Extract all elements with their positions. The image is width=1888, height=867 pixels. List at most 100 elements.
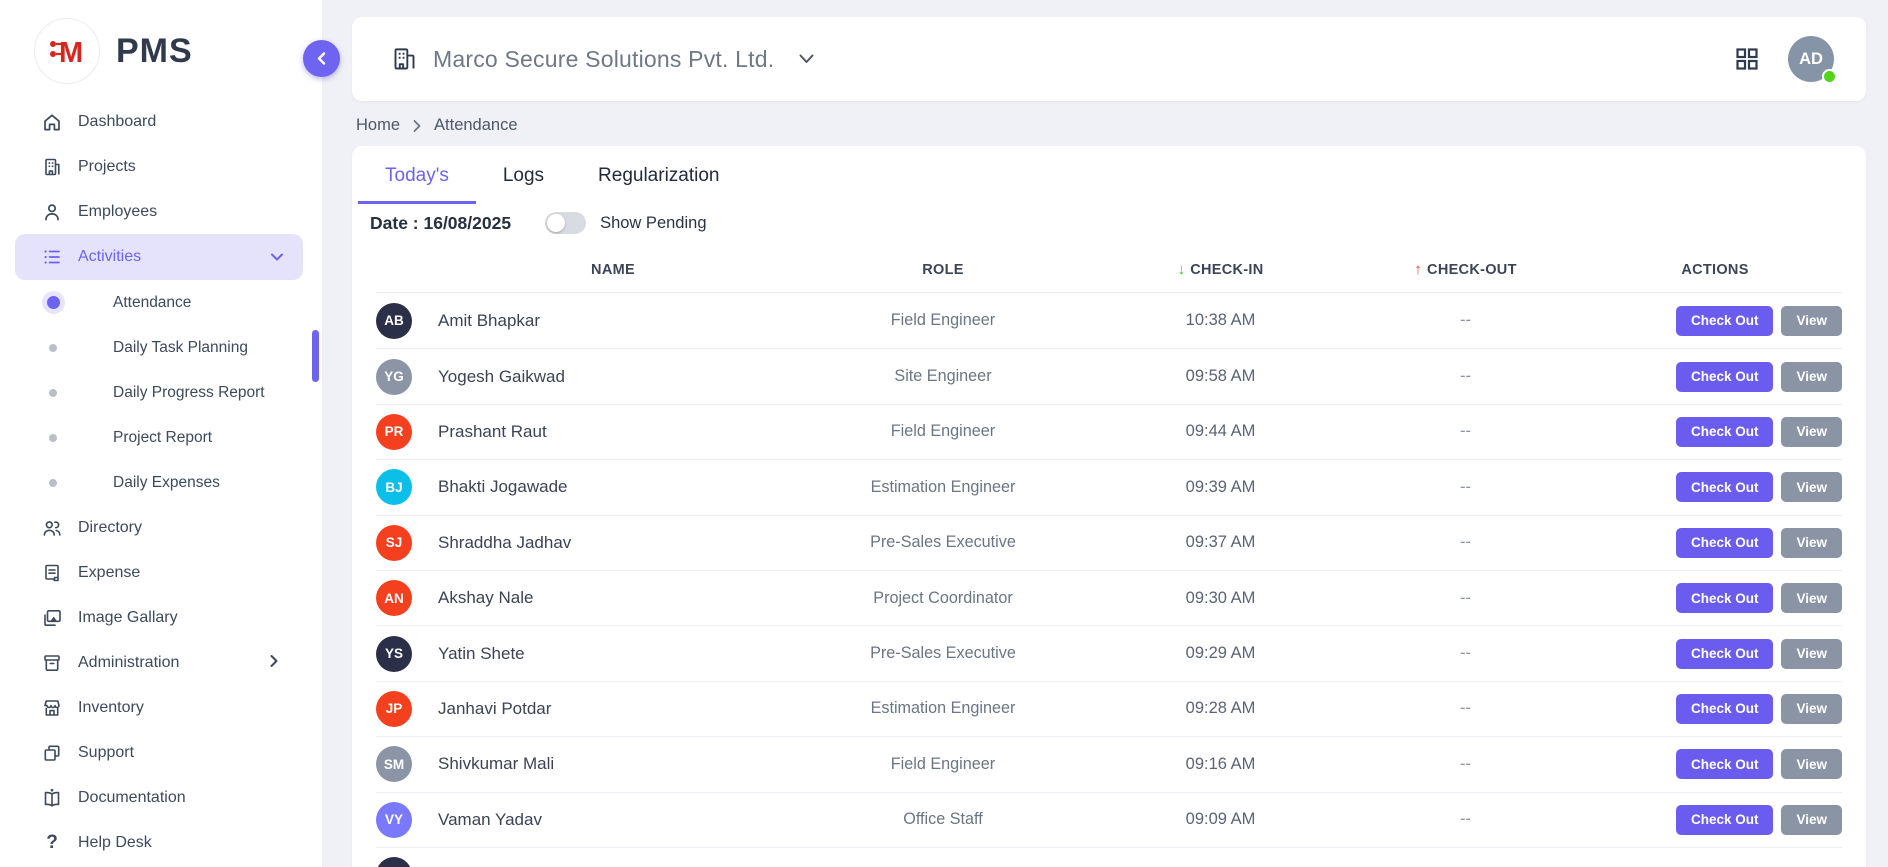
office-building-icon <box>391 46 418 73</box>
header-right: AD <box>1734 36 1834 82</box>
check-out-button[interactable]: Check Out <box>1676 472 1774 502</box>
sidebar-item-label: Activities <box>78 248 141 266</box>
chevron-down-icon <box>271 248 283 266</box>
table-controls: Date : 16/08/2025 Show Pending <box>352 204 1866 247</box>
check-out-value: -- <box>1343 533 1588 552</box>
check-out-button[interactable]: Check Out <box>1676 306 1774 336</box>
check-out-button[interactable]: Check Out <box>1676 805 1774 835</box>
sidebar-item-activities[interactable]: Activities <box>15 234 303 280</box>
breadcrumb-current: Attendance <box>434 116 517 135</box>
table-row: AB Amit Bhapkar Field Engineer 10:38 AM … <box>376 293 1842 348</box>
table-row: Check Out View <box>376 847 1842 867</box>
table-row: YS Yatin Shete Pre-Sales Executive 09:29… <box>376 625 1842 680</box>
table-row: AN Akshay Nale Project Coordinator 09:30… <box>376 570 1842 625</box>
employee-avatar <box>376 857 412 867</box>
view-button[interactable]: View <box>1781 306 1842 336</box>
employee-name: Bhakti Jogawade <box>438 477 788 497</box>
view-button[interactable]: View <box>1781 472 1842 502</box>
check-in-time: 09:16 AM <box>1098 755 1343 774</box>
row-actions: Check Out View <box>1588 417 1842 447</box>
breadcrumb-home[interactable]: Home <box>356 116 400 135</box>
tab-todays[interactable]: Today's <box>358 146 476 204</box>
employee-role: Estimation Engineer <box>788 699 1098 718</box>
company-name: Marco Secure Solutions Pvt. Ltd. <box>433 46 774 73</box>
sidebar-item-documentation[interactable]: Documentation <box>0 775 322 820</box>
sidebar-subitem-label: Daily Task Planning <box>113 339 248 357</box>
sidebar-item-projects[interactable]: Projects <box>0 144 322 189</box>
view-button[interactable]: View <box>1781 417 1842 447</box>
row-actions: Check Out View <box>1588 639 1842 669</box>
tab-regularization[interactable]: Regularization <box>571 146 746 204</box>
check-out-value: -- <box>1343 589 1588 608</box>
check-out-button[interactable]: Check Out <box>1676 362 1774 392</box>
sidebar-item-help-desk[interactable]: ? Help Desk <box>0 820 322 865</box>
employee-name: Shraddha Jadhav <box>438 533 788 553</box>
view-button[interactable]: View <box>1781 528 1842 558</box>
list-icon <box>41 246 63 268</box>
sidebar-item-label: Projects <box>78 158 136 176</box>
sidebar-item-label: Inventory <box>78 699 144 717</box>
view-button[interactable]: View <box>1781 583 1842 613</box>
active-section-bar <box>312 330 319 382</box>
check-out-value: -- <box>1343 755 1588 774</box>
sort-down-icon: ↓ <box>1177 261 1185 278</box>
employee-role: Field Engineer <box>788 755 1098 774</box>
check-in-time: 09:28 AM <box>1098 699 1343 718</box>
logo-row: M PMS <box>0 0 322 84</box>
avatar-cell: SM <box>376 746 438 782</box>
employee-role: Pre-Sales Executive <box>788 533 1098 552</box>
view-button[interactable]: View <box>1781 639 1842 669</box>
sidebar-item-directory[interactable]: Directory <box>0 505 322 550</box>
employee-avatar: JP <box>376 691 412 727</box>
header-name: NAME <box>438 262 788 278</box>
sidebar-item-label: Documentation <box>78 789 186 807</box>
header-check-in[interactable]: ↓CHECK-IN <box>1098 261 1343 278</box>
sidebar-subitem-daily-task-planning[interactable]: Daily Task Planning <box>0 325 322 370</box>
avatar-cell: YS <box>376 636 438 672</box>
user-avatar[interactable]: AD <box>1788 36 1834 82</box>
check-in-time: 09:09 AM <box>1098 810 1343 829</box>
avatar-cell: BJ <box>376 469 438 505</box>
check-in-time: 09:58 AM <box>1098 367 1343 386</box>
sidebar-subitem-project-report[interactable]: Project Report <box>0 415 322 460</box>
sidebar-item-support[interactable]: Support <box>0 730 322 775</box>
header-actions: ACTIONS <box>1588 262 1842 278</box>
company-selector[interactable]: Marco Secure Solutions Pvt. Ltd. <box>391 46 814 73</box>
check-out-button[interactable]: Check Out <box>1676 639 1774 669</box>
view-button[interactable]: View <box>1781 694 1842 724</box>
sidebar-item-dashboard[interactable]: Dashboard <box>0 99 322 144</box>
sidebar-subitem-daily-expenses[interactable]: Daily Expenses <box>0 460 322 505</box>
sidebar-item-inventory[interactable]: Inventory <box>0 685 322 730</box>
employee-name: Yogesh Gaikwad <box>438 367 788 387</box>
sidebar-item-label: Administration <box>78 654 179 672</box>
sidebar-item-expense[interactable]: Expense <box>0 550 322 595</box>
check-out-button[interactable]: Check Out <box>1676 749 1774 779</box>
sidebar-item-employees[interactable]: Employees <box>0 189 322 234</box>
employee-role: Project Coordinator <box>788 589 1098 608</box>
check-out-button[interactable]: Check Out <box>1676 583 1774 613</box>
check-out-value: -- <box>1343 367 1588 386</box>
employee-name: Janhavi Potdar <box>438 699 788 719</box>
sidebar-subitem-daily-progress-report[interactable]: Daily Progress Report <box>0 370 322 415</box>
check-out-button[interactable]: Check Out <box>1676 694 1774 724</box>
apps-grid-icon[interactable] <box>1734 46 1760 72</box>
check-out-button[interactable]: Check Out <box>1676 417 1774 447</box>
view-button[interactable]: View <box>1781 805 1842 835</box>
sidebar-item-administration[interactable]: Administration <box>0 640 322 685</box>
employee-name: Vaman Yadav <box>438 810 788 830</box>
header-check-out[interactable]: ↑CHECK-OUT <box>1343 261 1588 278</box>
view-button[interactable]: View <box>1781 362 1842 392</box>
sidebar-collapse-button[interactable] <box>303 40 340 77</box>
employee-name: Amit Bhapkar <box>438 311 788 331</box>
table-row: PR Prashant Raut Field Engineer 09:44 AM… <box>376 404 1842 459</box>
view-button[interactable]: View <box>1781 749 1842 779</box>
check-out-button[interactable]: Check Out <box>1676 528 1774 558</box>
sidebar-item-image-gallery[interactable]: Image Gallary <box>0 595 322 640</box>
sidebar-subitem-attendance[interactable]: Attendance <box>0 280 322 325</box>
check-out-value: -- <box>1343 699 1588 718</box>
tab-logs[interactable]: Logs <box>476 146 571 204</box>
row-actions: Check Out View <box>1588 749 1842 779</box>
chevron-right-icon <box>413 120 421 132</box>
show-pending-toggle[interactable] <box>545 212 586 234</box>
check-in-time: 09:37 AM <box>1098 533 1343 552</box>
